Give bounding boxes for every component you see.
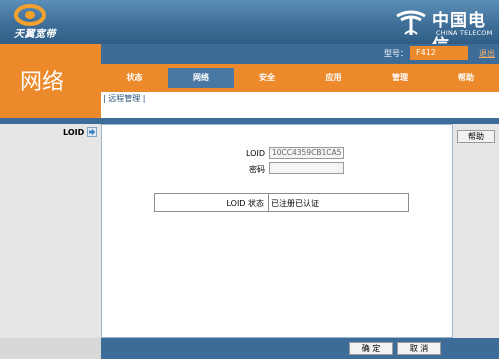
brand-name: 天翼宽带 bbox=[14, 29, 56, 40]
sidebar bbox=[0, 124, 101, 345]
tab-application[interactable]: 应用 bbox=[300, 68, 367, 88]
confirm-button[interactable]: 确 定 bbox=[349, 342, 393, 355]
china-telecom-logo-icon bbox=[396, 10, 426, 35]
help-button[interactable]: 帮助 bbox=[457, 130, 495, 143]
sidebar-item-loid[interactable]: LOID bbox=[63, 128, 84, 137]
loid-status-label: LOID 状态 bbox=[226, 199, 264, 208]
model-label: 型号： bbox=[384, 49, 408, 58]
tab-help[interactable]: 帮助 bbox=[433, 68, 499, 88]
cancel-button[interactable]: 取 消 bbox=[397, 342, 441, 355]
password-input[interactable] bbox=[269, 162, 344, 174]
footer-left bbox=[0, 338, 101, 359]
loid-label: LOID bbox=[246, 149, 265, 158]
right-panel bbox=[453, 124, 499, 338]
tab-management[interactable]: 管理 bbox=[367, 68, 433, 88]
tab-security[interactable]: 安全 bbox=[234, 68, 300, 88]
tianyi-logo-icon bbox=[14, 4, 46, 26]
model-value: F412 bbox=[416, 48, 436, 57]
password-label: 密码 bbox=[249, 165, 265, 174]
subnav-bar bbox=[101, 92, 499, 118]
loid-input[interactable]: 10CC4359CB1CA5 bbox=[269, 147, 344, 159]
carrier-name-en: CHINA TELECOM bbox=[436, 29, 493, 37]
tab-status[interactable]: 状态 bbox=[101, 68, 168, 88]
logout-link[interactable]: 退出 bbox=[479, 48, 495, 59]
loid-status-value: 已注册已认证 bbox=[271, 199, 319, 208]
page-title: 网络 bbox=[20, 70, 65, 95]
status-divider bbox=[268, 194, 269, 211]
arrow-right-icon bbox=[87, 127, 97, 137]
tab-network[interactable]: 网络 bbox=[168, 68, 234, 88]
subnav-item-remote-management[interactable]: | 远程管理 | bbox=[103, 93, 145, 104]
